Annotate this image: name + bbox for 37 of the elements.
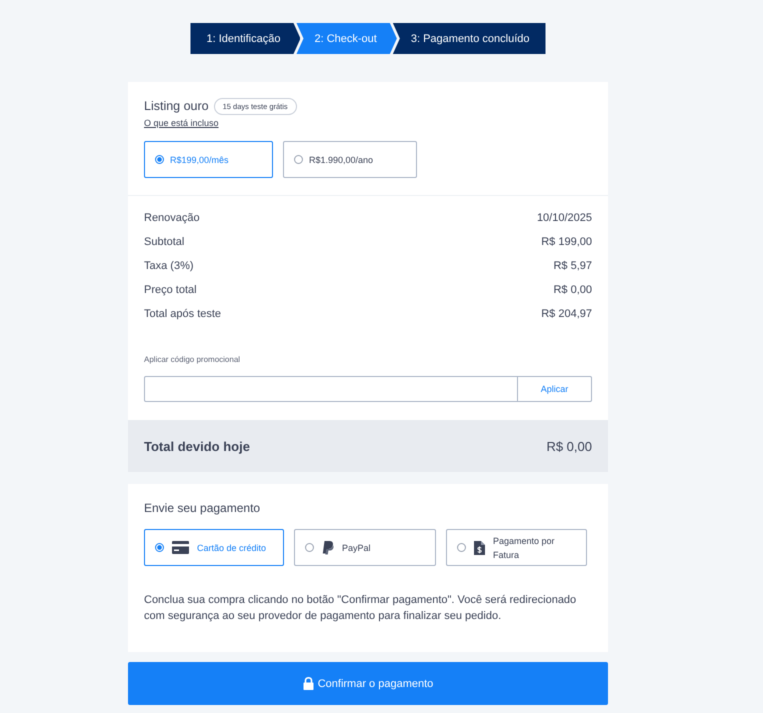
confirm-payment-button[interactable]: Confirmar o pagamento [128, 662, 608, 705]
checkout-step: 2: Check-out [296, 23, 397, 54]
invoice-document-icon [474, 540, 485, 554]
radio-selected-icon [155, 155, 164, 164]
plan-option[interactable]: R$1.990,00/ano [283, 141, 417, 178]
radio-icon [457, 543, 466, 552]
summary-value: R$ 199,00 [541, 236, 592, 248]
total-due-label: Total devido hoje [144, 438, 250, 454]
radio-icon [305, 543, 314, 552]
payment-method-option[interactable]: Cartão de crédito [144, 529, 284, 566]
summary-label: Taxa (3%) [144, 260, 194, 272]
apply-button[interactable]: Aplicar [518, 376, 592, 402]
summary-label: Preço total [144, 284, 197, 296]
paypal-logo-icon [322, 540, 334, 554]
payment-method-option[interactable]: Pagamento por Fatura [446, 529, 587, 566]
plan-option[interactable]: R$199,00/mês [144, 141, 273, 178]
plan-title: Listing ouro [144, 99, 209, 113]
checkout-step: 3: Pagamento concluído [392, 23, 546, 54]
radio-icon [294, 155, 303, 164]
promo-code-label: Aplicar código promocional [144, 354, 240, 366]
summary-label: Renovação [144, 212, 200, 224]
credit-card-icon [172, 541, 189, 554]
radio-selected-icon [155, 543, 164, 552]
payment-note: Conclua sua compra clicando no botão "Confirmar pagamento". Você será redirecionado com segurança ao seu provedor de pagamento para finalizar seu pedido. [144, 593, 578, 624]
summary-label: Total após teste [144, 308, 222, 320]
promo-code-field[interactable] [144, 376, 518, 402]
lock-icon [302, 677, 314, 690]
summary-value: R$ 5,97 [553, 260, 592, 272]
summary-value: R$ 0,00 [553, 284, 592, 296]
payment-title: Envie seu pagamento [144, 500, 260, 516]
summary-value: 10/10/2025 [536, 212, 592, 224]
total-due-value: R$ 0,00 [546, 438, 592, 454]
payment-method-option[interactable]: PayPal [294, 529, 436, 566]
summary-value: R$ 204,97 [541, 308, 592, 320]
included-link[interactable]: O que está incluso [144, 117, 219, 129]
checkout-step: 1: Identificação [190, 23, 300, 54]
summary-label: Subtotal [144, 236, 184, 248]
